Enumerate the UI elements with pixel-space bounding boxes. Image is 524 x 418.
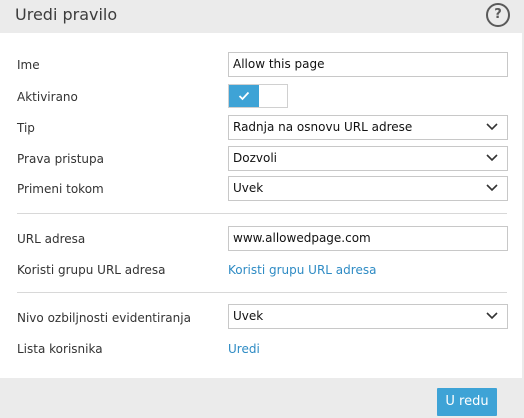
- toggle-knob: [229, 85, 259, 107]
- apply-during-select[interactable]: Uvek: [228, 176, 508, 201]
- type-select-value: Radnja na osnovu URL adrese: [233, 120, 413, 134]
- edit-users-link[interactable]: Uredi: [228, 342, 260, 356]
- apply-during-label: Primeni tokom: [17, 182, 104, 196]
- section-divider: [17, 213, 507, 214]
- name-field[interactable]: Allow this page: [228, 52, 508, 77]
- access-select[interactable]: Dozvoli: [228, 146, 508, 171]
- chevron-down-icon: [486, 184, 498, 192]
- chevron-down-icon: [486, 312, 498, 320]
- type-label: Tip: [17, 121, 35, 135]
- url-group-label: Koristi grupu URL adresa: [17, 263, 166, 277]
- access-label: Prava pristupa: [17, 152, 104, 166]
- section-divider: [17, 292, 507, 293]
- log-severity-select-value: Uvek: [233, 309, 264, 323]
- dialog-header: Uredi pravilo ?: [0, 0, 524, 33]
- dialog-title: Uredi pravilo: [15, 5, 118, 24]
- enabled-toggle[interactable]: [228, 84, 288, 108]
- access-select-value: Dozvoli: [233, 151, 277, 165]
- enabled-label: Aktivirano: [17, 90, 78, 104]
- question-mark-icon[interactable]: ?: [486, 3, 510, 27]
- log-severity-select[interactable]: Uvek: [228, 304, 508, 329]
- name-field-value: Allow this page: [233, 57, 325, 71]
- ok-button[interactable]: U redu: [437, 388, 497, 416]
- type-select[interactable]: Radnja na osnovu URL adrese: [228, 115, 508, 140]
- url-field-value: www.allowedpage.com: [233, 231, 371, 245]
- url-label: URL adresa: [17, 232, 86, 246]
- log-severity-label: Nivo ozbiljnosti evidentiranja: [17, 311, 191, 325]
- user-list-label: Lista korisnika: [17, 342, 103, 356]
- name-label: Ime: [17, 58, 40, 72]
- apply-during-select-value: Uvek: [233, 181, 264, 195]
- chevron-down-icon: [486, 154, 498, 162]
- url-field[interactable]: www.allowedpage.com: [228, 226, 508, 251]
- chevron-down-icon: [486, 123, 498, 131]
- check-icon: [238, 91, 250, 101]
- url-group-link[interactable]: Koristi grupu URL adresa: [228, 263, 376, 277]
